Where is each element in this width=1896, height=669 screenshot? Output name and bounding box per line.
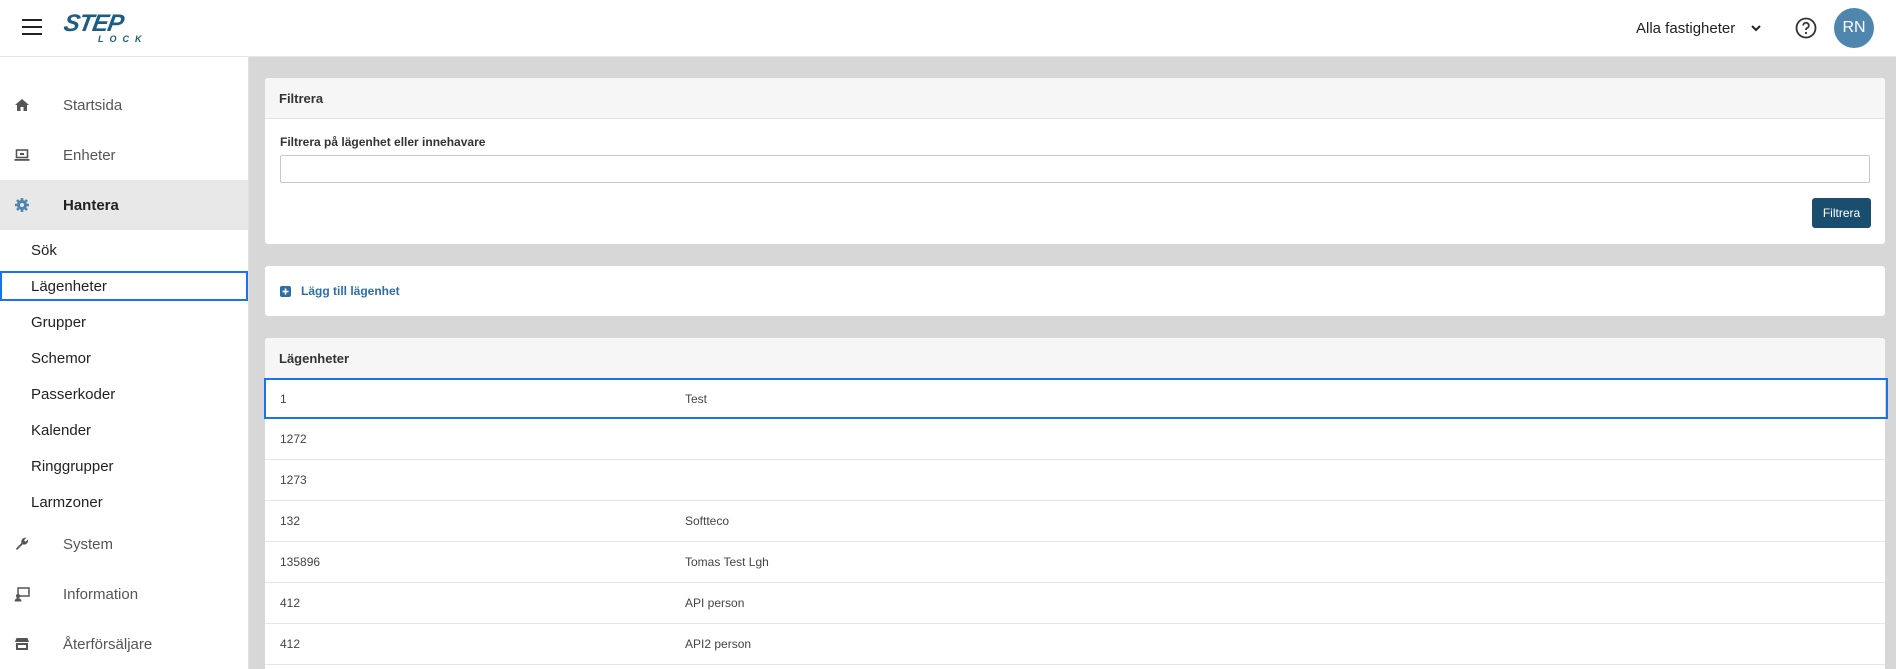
info-screen-icon <box>14 587 30 602</box>
sidebar-item-startsida[interactable]: Startsida <box>0 80 248 130</box>
sidebar-subitem-passerkoder[interactable]: Passerkoder <box>0 379 248 409</box>
sidebar-item-information[interactable]: Information <box>0 569 248 619</box>
sidebar-subitem-kalender[interactable]: Kalender <box>0 415 248 445</box>
sidebar-subitem-larmzoner[interactable]: Larmzoner <box>0 487 248 517</box>
wrench-icon <box>15 537 29 550</box>
gear-icon <box>15 198 29 212</box>
sidebar-subitem-label: Passerkoder <box>31 385 116 403</box>
add-apartment-panel: Lägg till lägenhet <box>265 266 1885 316</box>
sidebar-subitem-label: Lägenheter <box>31 277 107 295</box>
sidebar-item-label: Återförsäljare <box>63 635 153 653</box>
apartment-holder: API2 person <box>685 637 752 651</box>
sidebar-subitem-label: Larmzoner <box>31 493 103 511</box>
filter-button[interactable]: Filtrera <box>1812 198 1871 228</box>
property-select[interactable]: Alla fastigheter <box>1636 17 1763 39</box>
steplock-logo[interactable]: STEP LOCK <box>62 10 142 46</box>
sidebar-subitem-sok[interactable]: Sök <box>0 235 248 265</box>
avatar-initials: RN <box>1842 19 1866 36</box>
filter-panel-title: Filtrera <box>265 78 1885 119</box>
sidebar-item-label: Enheter <box>63 146 116 164</box>
sidebar-item-aterforsaljare[interactable]: Återförsäljare <box>0 619 248 669</box>
top-bar: STEP LOCK Alla fastigheter RN <box>0 0 1896 57</box>
logo-lock-text: LOCK <box>98 34 148 44</box>
apartment-number: 1 <box>280 392 287 406</box>
apartment-holder: Softteco <box>685 514 730 528</box>
hamburger-menu-icon[interactable] <box>22 19 42 35</box>
sidebar-subitem-label: Schemor <box>31 349 92 367</box>
apartment-holder: Tomas Test Lgh <box>685 555 769 569</box>
table-row[interactable]: 412 API person <box>265 583 1885 624</box>
avatar[interactable]: RN <box>1834 8 1874 48</box>
sidebar-item-label: Hantera <box>63 196 119 214</box>
sidebar-subitem-ringgrupper[interactable]: Ringgrupper <box>0 451 248 481</box>
table-row[interactable]: 1273 <box>265 460 1885 501</box>
apartment-number: 412 <box>280 596 301 610</box>
filter-input[interactable] <box>280 155 1870 183</box>
sidebar-item-label: Information <box>63 585 139 603</box>
add-apartment-link[interactable]: Lägg till lägenhet <box>280 266 400 316</box>
sidebar-subitem-grupper[interactable]: Grupper <box>0 307 248 337</box>
plus-square-icon <box>280 285 291 297</box>
sidebar-subitem-label: Sök <box>31 241 57 259</box>
store-icon <box>15 638 29 650</box>
apartment-number: 412 <box>280 637 301 651</box>
sidebar-subitem-label: Ringgrupper <box>31 457 114 475</box>
property-select-value: Alla fastigheter <box>1636 19 1736 37</box>
apartment-number: 135896 <box>280 555 321 569</box>
table-row[interactable]: 132 Softteco <box>265 501 1885 542</box>
apartments-panel-title: Lägenheter <box>265 338 1885 379</box>
apartment-number: 1272 <box>280 432 307 446</box>
chevron-down-icon <box>1751 25 1761 32</box>
sidebar-item-enheter[interactable]: Enheter <box>0 130 248 180</box>
sidebar-item-system[interactable]: System <box>0 519 248 569</box>
apartment-number: 132 <box>280 514 301 528</box>
sidebar-subitem-schemor[interactable]: Schemor <box>0 343 248 373</box>
sidebar: Startsida Enheter Hantera Sök Lägenheter… <box>0 57 249 669</box>
table-row[interactable]: 1 Test <box>264 378 1888 419</box>
laptop-icon <box>14 149 30 161</box>
add-apartment-label: Lägg till lägenhet <box>301 284 400 298</box>
apartments-panel: Lägenheter 1 Test 1272 1273 132 Softteco… <box>264 338 1888 669</box>
sidebar-subitem-label: Kalender <box>31 421 92 439</box>
filter-panel: Filtrera Filtrera på lägenhet eller inne… <box>265 78 1885 244</box>
sidebar-subitem-label: Grupper <box>31 313 87 331</box>
apartment-holder: Test <box>685 392 708 406</box>
table-row[interactable]: 1272 <box>265 419 1885 460</box>
sidebar-item-hantera[interactable]: Hantera <box>0 180 248 230</box>
table-row[interactable]: 412 API2 person <box>265 624 1885 665</box>
sidebar-subitem-lagenheter[interactable]: Lägenheter <box>0 271 248 301</box>
filter-label: Filtrera på lägenhet eller innehavare <box>280 135 486 149</box>
apartment-holder: API person <box>685 596 745 610</box>
apartment-number: 1273 <box>280 473 307 487</box>
sidebar-item-label: System <box>63 535 114 553</box>
table-row[interactable]: 135896 Tomas Test Lgh <box>265 542 1885 583</box>
help-icon[interactable] <box>1794 16 1818 40</box>
sidebar-item-label: Startsida <box>63 96 123 114</box>
home-icon <box>15 99 29 111</box>
